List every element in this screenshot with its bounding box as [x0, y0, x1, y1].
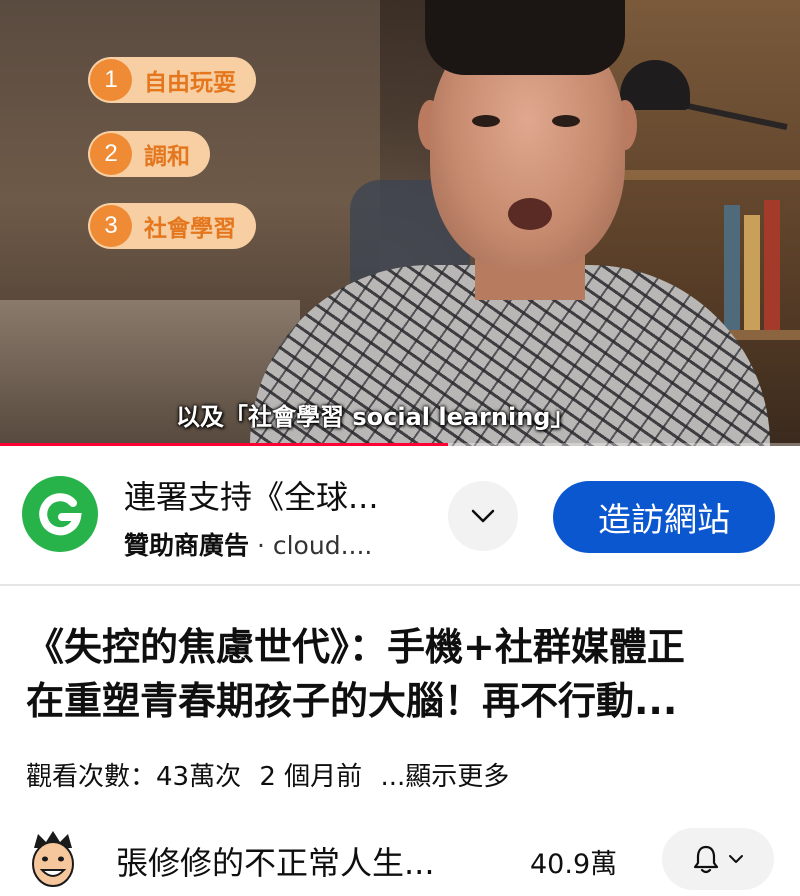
chapter-number: 3: [90, 205, 132, 247]
channel-avatar[interactable]: [20, 826, 86, 892]
chapter-item-1: 1 自由玩耍: [88, 57, 256, 103]
presenter-mouth: [508, 198, 552, 230]
chapter-item-3: 3 社會學習: [88, 203, 256, 249]
video-player[interactable]: 1 自由玩耍 2 調和 3 社會學習 以及「社會學習 social learni…: [0, 0, 800, 446]
ad-domain: · cloud....: [256, 531, 373, 560]
divider: [0, 584, 800, 586]
notification-button[interactable]: [662, 828, 774, 890]
ad-subtitle: 贊助商廣告 · cloud....: [124, 526, 372, 562]
chapter-number: 2: [90, 133, 132, 175]
ad-expand-button[interactable]: [448, 481, 518, 551]
chapter-label: 社會學習: [144, 216, 236, 242]
visit-site-button[interactable]: 造訪網站: [553, 481, 775, 553]
show-more-link[interactable]: ...顯示更多: [380, 762, 509, 792]
chapter-item-2: 2 調和: [88, 131, 210, 177]
chevron-down-icon: [729, 855, 743, 863]
presenter-eye: [552, 115, 580, 127]
upload-age: 2 個月前: [259, 762, 363, 792]
presenter: [230, 0, 770, 446]
bell-icon: [693, 845, 719, 874]
video-title[interactable]: 《失控的焦慮世代》：手機+社群媒體正 在重塑青春期孩子的大腦！再不行動...: [26, 620, 781, 728]
chevron-down-icon: [471, 509, 495, 523]
ad-title[interactable]: 連署支持《全球...: [124, 472, 379, 518]
chapter-label: 自由玩耍: [144, 70, 236, 96]
channel-name[interactable]: 張修修的不正常人生...: [116, 838, 435, 884]
presenter-eye: [472, 115, 500, 127]
video-title-line: 《失控的焦慮世代》：手機+社群媒體正: [26, 625, 685, 669]
sponsored-label: 贊助商廣告: [124, 531, 250, 560]
view-count: 觀看次數：43萬次: [26, 762, 242, 792]
video-caption: 以及「社會學習 social learning」: [176, 403, 575, 431]
video-meta[interactable]: 觀看次數：43萬次 2 個月前 ...顯示更多: [26, 756, 519, 793]
subscriber-count: 40.9萬: [530, 849, 618, 880]
g-logo-icon[interactable]: [22, 476, 98, 552]
chapter-number: 1: [90, 59, 132, 101]
chapter-label: 調和: [144, 144, 190, 170]
presenter-hair: [425, 0, 625, 75]
video-title-line: 在重塑青春期孩子的大腦！再不行動...: [26, 679, 678, 723]
